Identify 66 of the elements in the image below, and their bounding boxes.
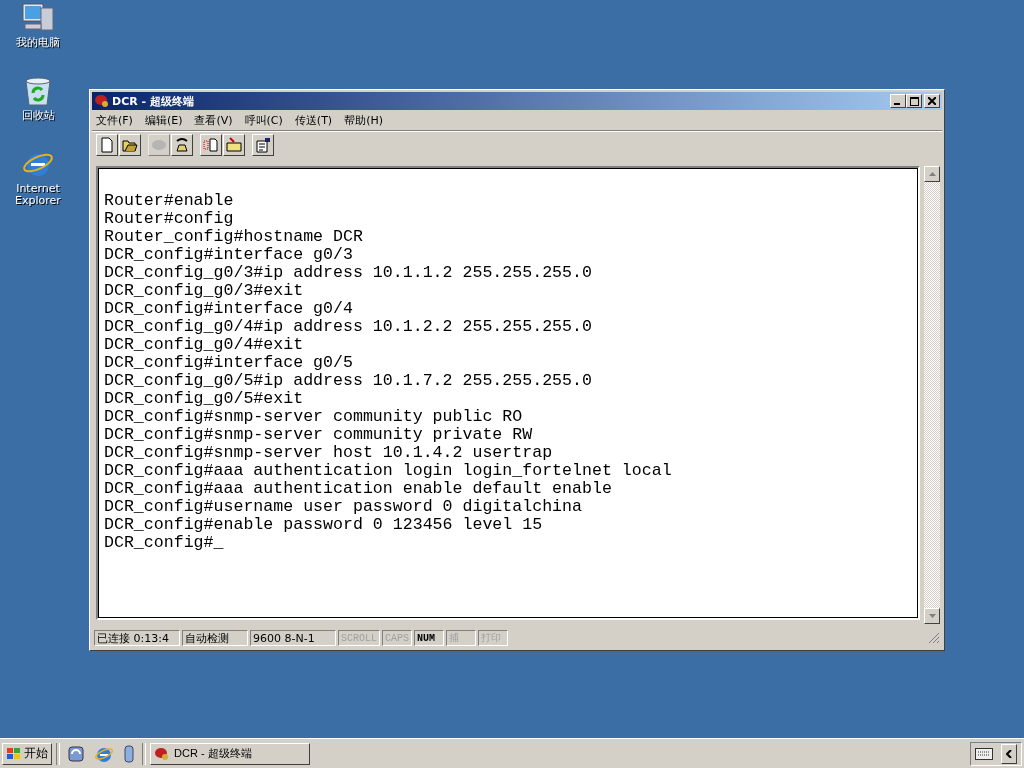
terminal-line: DCR_config_g0/5#exit [104,390,304,408]
terminal-line: Router#config [104,210,234,228]
computer-icon[interactable] [21,2,55,34]
send-file-icon [203,137,219,153]
down-arrow-icon [928,614,936,618]
close-button[interactable] [924,94,940,108]
maximize-button[interactable] [906,94,922,108]
desktop-icon-label[interactable]: Internet Explorer [3,183,73,207]
terminal-line: Router_config#hostname DCR [104,228,363,246]
terminal-line: DCR_config#enable password 0 123456 level 15 [104,516,543,534]
document-icon [99,137,115,153]
new-button[interactable] [96,134,118,156]
menu-item[interactable]: 呼叫(C) [244,112,283,128]
terminal-line: DCR_config#snmp-server community private RW [104,426,533,444]
hangup-button[interactable] [171,134,193,156]
port-settings: 9600 8-N-1 [250,630,336,646]
desktop-icon-label[interactable]: 我的电脑 [3,37,73,49]
properties-icon [255,137,271,153]
menu-item[interactable]: 传送(T) [294,112,333,128]
status-indicator: NUM [414,630,445,646]
up-arrow-icon [928,172,936,176]
show-tray-button[interactable] [1001,743,1017,764]
vertical-scrollbar[interactable] [924,166,940,624]
terminal-line: DCR_config#interface g0/4 [104,300,353,318]
terminal-line: DCR_config#username user password 0 digitalchina [104,498,582,516]
desktop-icon-label[interactable]: 回收站 [3,110,73,122]
close-icon [928,97,936,105]
resize-grip-icon[interactable] [928,632,940,644]
terminal-line: DCR_config#aaa authentication login login_fortelnet local [104,462,672,480]
receive-button[interactable] [223,134,245,156]
terminal-line: Router#enable [104,192,234,210]
menu-item[interactable]: 编辑(E) [144,112,183,128]
terminal-line: DCR_config_g0/4#exit [104,336,304,354]
window-title: DCR - 超级终端 [112,93,194,109]
terminal-line: DCR_config_g0/4#ip address 10.1.2.2 255.255.255.0 [104,318,592,336]
send-button[interactable] [200,134,222,156]
scroll-up-button[interactable] [924,166,940,182]
connection-status: 已连接 0:13:4 [94,630,180,646]
maximize-icon [909,96,919,106]
handset-icon [174,137,190,153]
terminal-line: DCR_config_g0/3#ip address 10.1.1.2 255.255.255.0 [104,264,592,282]
detect-status: 自动检测 [182,630,248,646]
chevron-icon [1006,749,1012,758]
recycle-bin-icon[interactable] [23,75,53,107]
terminal-line: DCR_config#interface g0/5 [104,354,353,372]
scroll-down-button[interactable] [924,608,940,624]
minimize-button[interactable] [890,94,906,108]
terminal-line: DCR_config#interface g0/3 [104,246,353,264]
taskbar-window-button[interactable]: DCR - 超级终端 [150,742,310,765]
windows-logo-icon [6,746,22,761]
terminal-line: DCR_config_g0/5#ip address 10.1.7.2 255.255.255.0 [104,372,592,390]
terminal-line: DCR_config#aaa authentication enable default enable [104,480,612,498]
receive-file-icon [226,137,242,153]
folder-icon [122,137,138,153]
keyboard-icon[interactable] [975,747,993,760]
terminal-line: DCR_config#snmp-server host 10.1.4.2 usertrap [104,444,553,462]
menu-item[interactable]: 帮助(H) [344,112,383,128]
text-cursor: _ [213,533,224,552]
menu-item[interactable]: 文件(F) [96,112,133,128]
terminal-line: DCR_config_g0/3#exit [104,282,304,300]
terminal-line: DCR_config#_ [104,534,224,552]
properties-button[interactable] [252,134,274,156]
menu-item[interactable]: 查看(V) [194,112,233,128]
start-button[interactable]: 开始 [2,742,52,765]
terminal-line: DCR_config#snmp-server community public RO [104,408,523,426]
open-button[interactable] [119,134,141,156]
